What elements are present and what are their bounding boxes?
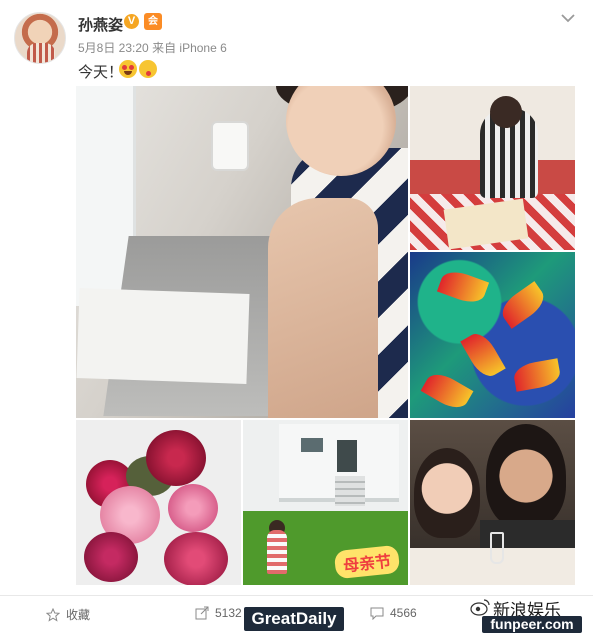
post-meta: 5月8日 23:20 来自 iPhone 6 <box>78 39 227 56</box>
flower <box>84 532 138 582</box>
painter-head <box>490 96 522 128</box>
comment-button[interactable]: 4566 <box>370 606 417 620</box>
post-text: 今天！ <box>78 64 124 81</box>
comment-count: 4566 <box>390 606 417 620</box>
wine-glass <box>490 532 504 564</box>
chevron-down-icon[interactable] <box>560 10 576 26</box>
leaf <box>436 266 490 308</box>
photo-flower-bouquet[interactable] <box>76 420 241 585</box>
post-source[interactable]: 来自 iPhone 6 <box>152 41 227 55</box>
weibo-icon <box>470 599 490 616</box>
arm <box>268 198 378 418</box>
member-badge-icon[interactable]: 会 <box>144 13 162 30</box>
flower <box>146 430 206 486</box>
photo-batik-painting[interactable] <box>410 252 575 418</box>
weibo-post: 孙燕姿 V 会 5月8日 23:20 来自 iPhone 6 今天！ 母亲节 收… <box>0 0 593 633</box>
star-icon <box>46 607 60 622</box>
post-timestamp[interactable]: 5月8日 23:20 <box>78 41 149 55</box>
photo-couple-dinner[interactable] <box>410 420 575 585</box>
share-button[interactable]: 5132 <box>195 606 242 620</box>
favorite-button[interactable]: 收藏 <box>46 606 90 623</box>
house-door <box>337 440 357 472</box>
child <box>267 530 287 574</box>
share-icon <box>195 606 209 620</box>
house-window <box>301 438 323 452</box>
username[interactable]: 孙燕姿 <box>78 14 123 35</box>
woman <box>414 448 480 538</box>
favorite-label: 收藏 <box>66 608 91 622</box>
photo-kitchen-selfie[interactable] <box>76 86 408 418</box>
house-steps <box>335 476 365 506</box>
kiss-emoji-icon <box>139 60 157 78</box>
greatdaily-watermark: GreatDaily <box>244 607 344 631</box>
leaf <box>420 368 474 414</box>
comment-icon <box>370 607 384 620</box>
kettle <box>211 121 249 171</box>
photo-child-on-lawn[interactable]: 母亲节 <box>243 420 408 585</box>
share-count: 5132 <box>215 606 242 620</box>
verified-icon: V <box>124 14 139 29</box>
leaf <box>460 328 506 382</box>
funpeer-watermark: funpeer.com <box>482 616 582 633</box>
leaf <box>512 358 562 392</box>
leaf <box>496 281 550 329</box>
paper <box>76 288 250 384</box>
flower <box>168 484 218 532</box>
photo-painting-at-table[interactable] <box>410 86 575 250</box>
mothers-day-stamp: 母亲节 <box>333 544 401 580</box>
avatar[interactable] <box>14 12 66 64</box>
emoji-eye <box>122 65 127 70</box>
emoji-heart <box>146 71 151 76</box>
heart-eyes-emoji-icon <box>119 60 137 78</box>
man <box>486 424 566 528</box>
flower <box>164 532 228 585</box>
emoji-mouth <box>124 71 132 75</box>
avatar-figure <box>27 43 55 63</box>
emoji-eye <box>129 65 134 70</box>
